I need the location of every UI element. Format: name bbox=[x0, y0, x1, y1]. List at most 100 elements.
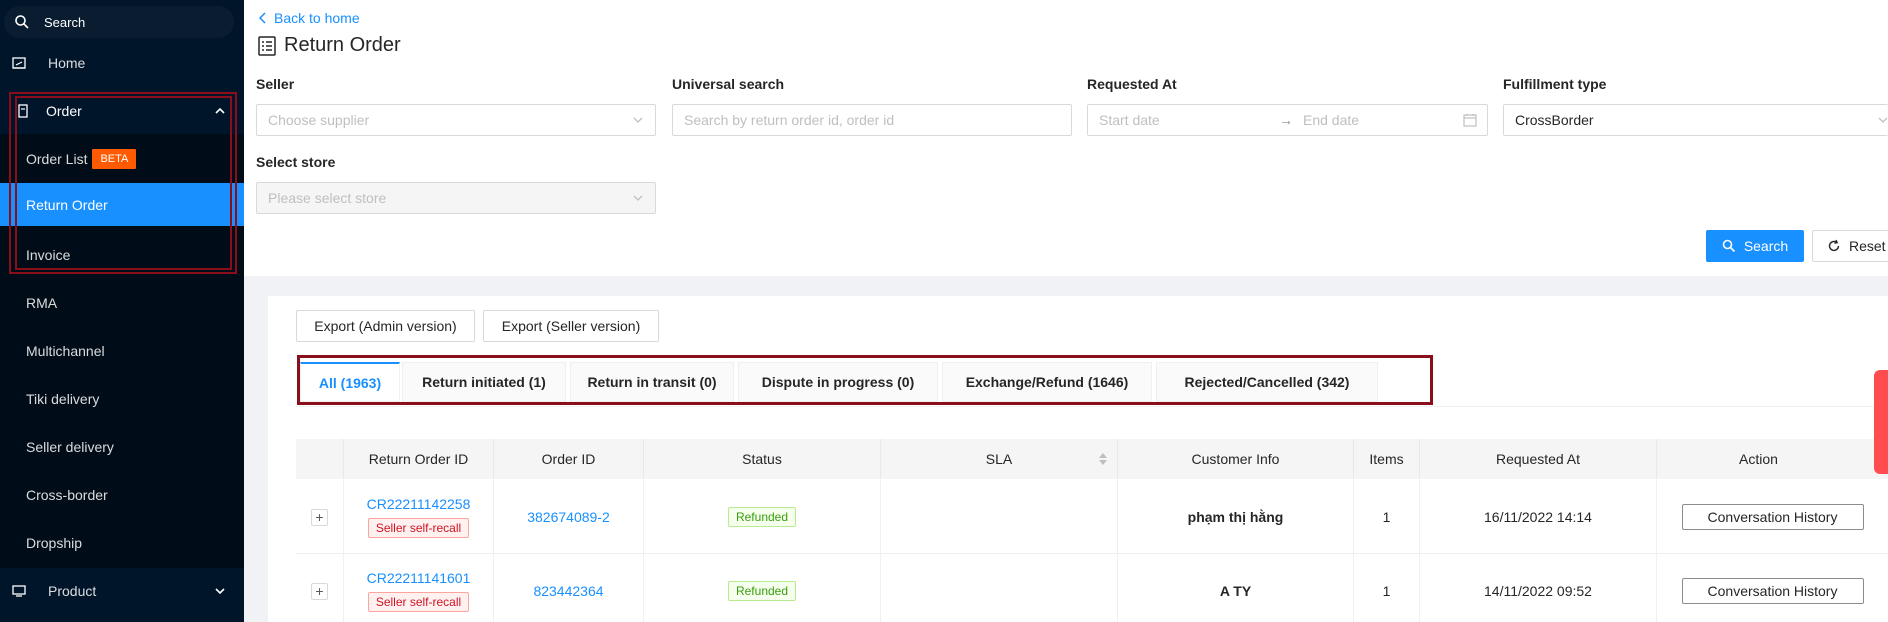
return-order-id-cell: CR22211142258 Seller self-recall bbox=[344, 480, 494, 554]
return-order-id-link[interactable]: CR22211141601 bbox=[367, 570, 471, 586]
tab-dispute-in-progress[interactable]: Dispute in progress (0) bbox=[738, 362, 938, 402]
tab-return-initiated[interactable]: Return initiated (1) bbox=[402, 362, 566, 402]
table-row: + CR22211142258 Seller self-recall 38267… bbox=[296, 480, 1888, 554]
sidebar-item-product[interactable]: Product bbox=[0, 567, 244, 615]
back-link-label: Back to home bbox=[274, 10, 360, 26]
search-icon bbox=[1722, 239, 1735, 253]
items-cell: 1 bbox=[1354, 480, 1420, 554]
expand-row-button[interactable]: + bbox=[311, 508, 328, 526]
beta-badge: BETA bbox=[92, 149, 137, 169]
sidebar-item-order[interactable]: Order bbox=[0, 87, 244, 135]
sidebar-item-return-order[interactable]: Return Order bbox=[0, 183, 244, 226]
sidebar-item-label: Invoice bbox=[26, 247, 71, 263]
fulfillment-type-value: CrossBorder bbox=[1515, 112, 1594, 128]
chevron-down-icon bbox=[633, 117, 643, 123]
tabs-divider bbox=[296, 406, 1888, 407]
sidebar-item-order-list[interactable]: Order List BETA bbox=[0, 135, 244, 183]
sidebar-item-dropship[interactable]: Dropship bbox=[0, 519, 244, 567]
order-id-link[interactable]: 382674089-2 bbox=[527, 509, 610, 525]
conversation-history-button[interactable]: Conversation History bbox=[1681, 578, 1864, 604]
column-header-expand bbox=[296, 439, 344, 479]
customer-info-cell: phạm thị hằng bbox=[1118, 480, 1354, 554]
universal-search-label: Universal search bbox=[672, 76, 785, 92]
page-title: Return Order bbox=[258, 34, 401, 57]
order-id-link[interactable]: 823442364 bbox=[533, 583, 603, 599]
order-id-cell: 382674089-2 bbox=[494, 480, 644, 554]
select-store-label: Select store bbox=[256, 154, 336, 170]
sidebar-item-label: Tiki delivery bbox=[26, 391, 100, 407]
return-order-id-cell: CR22211141601 Seller self-recall bbox=[344, 554, 494, 622]
sidebar-item-invoice[interactable]: Invoice bbox=[0, 231, 244, 279]
tab-rejected-cancelled[interactable]: Rejected/Cancelled (342) bbox=[1156, 362, 1378, 402]
requested-at-label: Requested At bbox=[1087, 76, 1177, 92]
order-id-cell: 823442364 bbox=[494, 554, 644, 622]
tab-all[interactable]: All (1963) bbox=[300, 362, 400, 402]
range-arrow-icon: → bbox=[1279, 112, 1293, 128]
column-header-sla[interactable]: SLA bbox=[881, 439, 1118, 479]
reset-button-label: Reset bbox=[1849, 238, 1886, 254]
main-content: Back to home Return Order Seller Choose … bbox=[244, 0, 1888, 622]
column-header-order-id: Order ID bbox=[494, 439, 644, 479]
sidebar-item-label: Product bbox=[48, 583, 97, 599]
requested-at-range[interactable]: Start date → End date bbox=[1087, 104, 1488, 136]
end-date-placeholder: End date bbox=[1303, 112, 1360, 128]
conversation-history-button[interactable]: Conversation History bbox=[1681, 504, 1864, 530]
fulfillment-type-label: Fulfillment type bbox=[1503, 76, 1607, 92]
sidebar-item-label: Dropship bbox=[26, 535, 83, 551]
sla-cell bbox=[881, 480, 1118, 554]
tab-exchange-refund[interactable]: Exchange/Refund (1646) bbox=[942, 362, 1152, 402]
expand-cell: + bbox=[296, 554, 344, 622]
calendar-icon bbox=[1463, 114, 1477, 127]
page-title-text: Return Order bbox=[284, 34, 401, 56]
column-header-status: Status bbox=[644, 439, 881, 479]
sla-cell bbox=[881, 554, 1118, 622]
sidebar-item-label: Order bbox=[46, 103, 82, 119]
requested-at-cell: 14/11/2022 09:52 bbox=[1420, 554, 1657, 622]
export-seller-button[interactable]: Export (Seller version) bbox=[483, 310, 659, 342]
search-icon bbox=[15, 15, 29, 29]
search-button[interactable]: Search bbox=[1706, 230, 1804, 262]
store-placeholder: Please select store bbox=[268, 190, 387, 206]
chevron-down-icon bbox=[215, 588, 225, 595]
sidebar-item-multichannel[interactable]: Multichannel bbox=[0, 327, 244, 375]
sidebar-item-tiki-delivery[interactable]: Tiki delivery bbox=[0, 375, 244, 423]
status-cell: Refunded bbox=[644, 554, 881, 622]
universal-search-input[interactable]: Search by return order id, order id bbox=[672, 104, 1072, 136]
tab-return-in-transit[interactable]: Return in transit (0) bbox=[570, 362, 734, 402]
universal-search-placeholder: Search by return order id, order id bbox=[684, 112, 895, 128]
expand-cell: + bbox=[296, 480, 344, 554]
sidebar-item-home[interactable]: Home bbox=[0, 39, 244, 87]
seller-select[interactable]: Choose supplier bbox=[256, 104, 656, 136]
sidebar-item-seller-delivery[interactable]: Seller delivery bbox=[0, 423, 244, 471]
seller-self-recall-tag: Seller self-recall bbox=[367, 592, 470, 612]
reset-button[interactable]: Reset bbox=[1812, 230, 1888, 262]
seller-self-recall-tag: Seller self-recall bbox=[367, 518, 470, 538]
export-admin-button[interactable]: Export (Admin version) bbox=[296, 310, 475, 342]
expand-row-button[interactable]: + bbox=[311, 582, 328, 600]
sidebar-item-label: Multichannel bbox=[26, 343, 105, 359]
status-cell: Refunded bbox=[644, 480, 881, 554]
seller-placeholder: Choose supplier bbox=[268, 112, 370, 128]
customer-info-cell: A TY bbox=[1118, 554, 1354, 622]
status-badge: Refunded bbox=[727, 507, 797, 527]
chevron-down-icon bbox=[1878, 117, 1888, 123]
column-header-customer-info: Customer Info bbox=[1118, 439, 1354, 479]
reload-icon bbox=[1828, 239, 1840, 252]
sidebar-item-cross-border[interactable]: Cross-border bbox=[0, 471, 244, 519]
back-to-home-link[interactable]: Back to home bbox=[258, 10, 360, 26]
start-date-placeholder: Start date bbox=[1099, 112, 1160, 128]
sidebar-item-rma[interactable]: RMA bbox=[0, 279, 244, 327]
sort-icon bbox=[1099, 453, 1107, 465]
fulfillment-type-select[interactable]: CrossBorder bbox=[1503, 104, 1888, 136]
list-icon bbox=[258, 35, 276, 56]
sidebar-search[interactable]: Search bbox=[4, 6, 234, 38]
seller-label: Seller bbox=[256, 76, 295, 92]
sidebar-item-label: RMA bbox=[26, 295, 58, 311]
column-header-sla-label: SLA bbox=[985, 451, 1013, 467]
action-cell: Conversation History bbox=[1657, 480, 1888, 554]
feedback-tab[interactable] bbox=[1874, 370, 1888, 474]
return-order-id-link[interactable]: CR22211142258 bbox=[367, 496, 471, 512]
sidebar-item-label: Cross-border bbox=[26, 487, 108, 503]
store-select[interactable]: Please select store bbox=[256, 182, 656, 214]
status-badge: Refunded bbox=[727, 581, 797, 601]
